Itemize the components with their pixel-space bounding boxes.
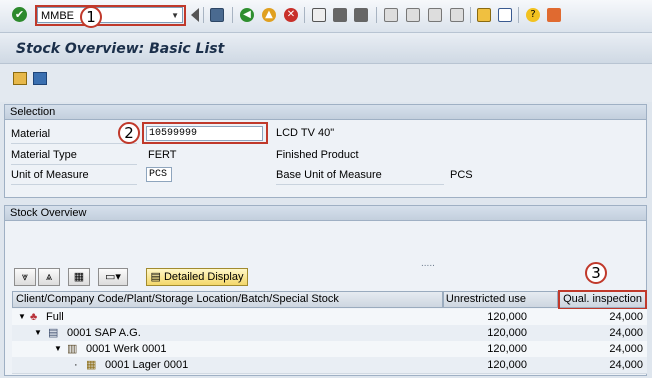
expanded-node-icon: ▼ <box>18 312 26 321</box>
title-bar: Stock Overview: Basic List <box>0 33 652 64</box>
exit-icon[interactable]: ▲ <box>262 8 276 22</box>
system-toolbar: ✔ MMBE ▼ 1 ◀ ▲ ✕ ? <box>0 0 652 33</box>
save-icon[interactable] <box>210 8 224 22</box>
unrestricted-value: 120,000 <box>487 327 527 339</box>
help-icon[interactable]: ? <box>526 8 540 22</box>
row-label: Full <box>46 311 64 323</box>
page-title: Stock Overview: Basic List <box>16 41 225 57</box>
selection-heading: Selection <box>5 105 646 120</box>
company-code-icon: ▤ <box>48 327 59 339</box>
toolbar-separator <box>232 7 233 23</box>
back-icon[interactable]: ◀ <box>240 8 254 22</box>
qual-inspection-value: 24,000 <box>609 327 643 339</box>
material-description: LCD TV 40" <box>276 127 335 139</box>
command-field[interactable]: MMBE ▼ <box>37 7 183 23</box>
client-icon: ♣ <box>30 311 38 323</box>
toolbar-separator <box>203 7 204 23</box>
enter-icon[interactable]: ✔ <box>12 7 27 22</box>
material-type-label: Material Type <box>11 147 137 165</box>
chevron-down-icon[interactable]: ▼ <box>171 8 179 24</box>
material-type-value: FERT <box>148 149 177 161</box>
create-session-icon[interactable] <box>477 8 491 22</box>
splitter-handle[interactable]: ..... <box>421 258 435 269</box>
application-toolbar <box>0 64 652 102</box>
column-header-unrestricted[interactable]: Unrestricted use <box>443 291 558 308</box>
row-label: 0001 Werk 0001 <box>86 343 167 355</box>
table-row[interactable]: ▼ ▤ 0001 SAP A.G. 120,000 24,000 <box>12 325 647 342</box>
table-row[interactable]: ▼ ♣ Full 120,000 24,000 <box>12 309 647 326</box>
print-icon[interactable] <box>312 8 326 22</box>
shortcut-icon[interactable] <box>498 8 512 22</box>
detailed-display-label: Detailed Display <box>163 271 244 283</box>
customize-layout-icon[interactable] <box>547 8 561 22</box>
hierarchy-icon[interactable] <box>13 72 27 85</box>
table-row[interactable]: ▼ ▥ 0001 Werk 0001 120,000 24,000 <box>12 341 647 358</box>
material-type-description: Finished Product <box>276 149 359 161</box>
callout-3: 3 <box>585 262 607 284</box>
last-page-icon[interactable] <box>450 8 464 22</box>
unit-of-measure-field[interactable]: PCS <box>146 167 172 182</box>
toolbar-separator <box>470 7 471 23</box>
expanded-node-icon: ▼ <box>54 344 62 353</box>
storage-location-icon: ▦ <box>86 359 97 371</box>
qual-inspection-value: 24,000 <box>609 311 643 323</box>
toolbar-separator <box>518 7 519 23</box>
expanded-node-icon: ▼ <box>34 328 42 337</box>
selection-group: Selection Material 10599999 2 LCD TV 40"… <box>4 104 647 198</box>
material-field[interactable]: 10599999 <box>146 126 263 141</box>
column-header-hierarchy[interactable]: Client/Company Code/Plant/Storage Locati… <box>12 291 443 308</box>
first-page-icon[interactable] <box>384 8 398 22</box>
table-row[interactable]: · ▦ 0001 Lager 0001 120,000 24,000 <box>12 357 647 374</box>
collapse-all-button[interactable]: ⩓ <box>38 268 60 286</box>
find-next-icon[interactable] <box>354 8 368 22</box>
next-page-icon[interactable] <box>428 8 442 22</box>
base-unit-label: Base Unit of Measure <box>276 167 444 185</box>
qual-inspection-value: 24,000 <box>609 343 643 355</box>
detailed-display-button[interactable]: ▤ Detailed Display <box>146 268 248 286</box>
find-icon[interactable] <box>333 8 347 22</box>
qual-inspection-value: 24,000 <box>609 359 643 371</box>
print-button[interactable]: ▭▾ <box>98 268 128 286</box>
plant-icon: ▥ <box>67 343 78 355</box>
callout-1: 1 <box>80 6 102 28</box>
expand-all-button[interactable]: ⩔ <box>14 268 36 286</box>
qual-inspection-highlight <box>558 290 647 310</box>
row-label: 0001 Lager 0001 <box>105 359 189 371</box>
unrestricted-value: 120,000 <box>487 311 527 323</box>
unrestricted-value: 120,000 <box>487 359 527 371</box>
toolbar-separator <box>304 7 305 23</box>
find-button[interactable]: ▦ <box>68 268 90 286</box>
detail-icon: ▤ <box>150 271 161 283</box>
back-nav-icon[interactable] <box>191 8 199 22</box>
refresh-icon[interactable] <box>33 72 47 85</box>
find-icon: ▦ <box>73 271 85 283</box>
callout-2: 2 <box>118 122 140 144</box>
previous-page-icon[interactable] <box>406 8 420 22</box>
toolbar-separator <box>376 7 377 23</box>
command-field-value: MMBE <box>41 10 74 22</box>
leaf-node-icon: · <box>74 359 78 371</box>
unrestricted-value: 120,000 <box>487 343 527 355</box>
cancel-icon[interactable]: ✕ <box>284 8 298 22</box>
unit-of-measure-label: Unit of Measure <box>11 167 137 185</box>
base-unit-value: PCS <box>450 169 473 181</box>
row-label: 0001 SAP A.G. <box>67 327 141 339</box>
print-icon: ▭▾ <box>105 271 121 283</box>
stock-overview-heading: Stock Overview <box>5 206 646 221</box>
